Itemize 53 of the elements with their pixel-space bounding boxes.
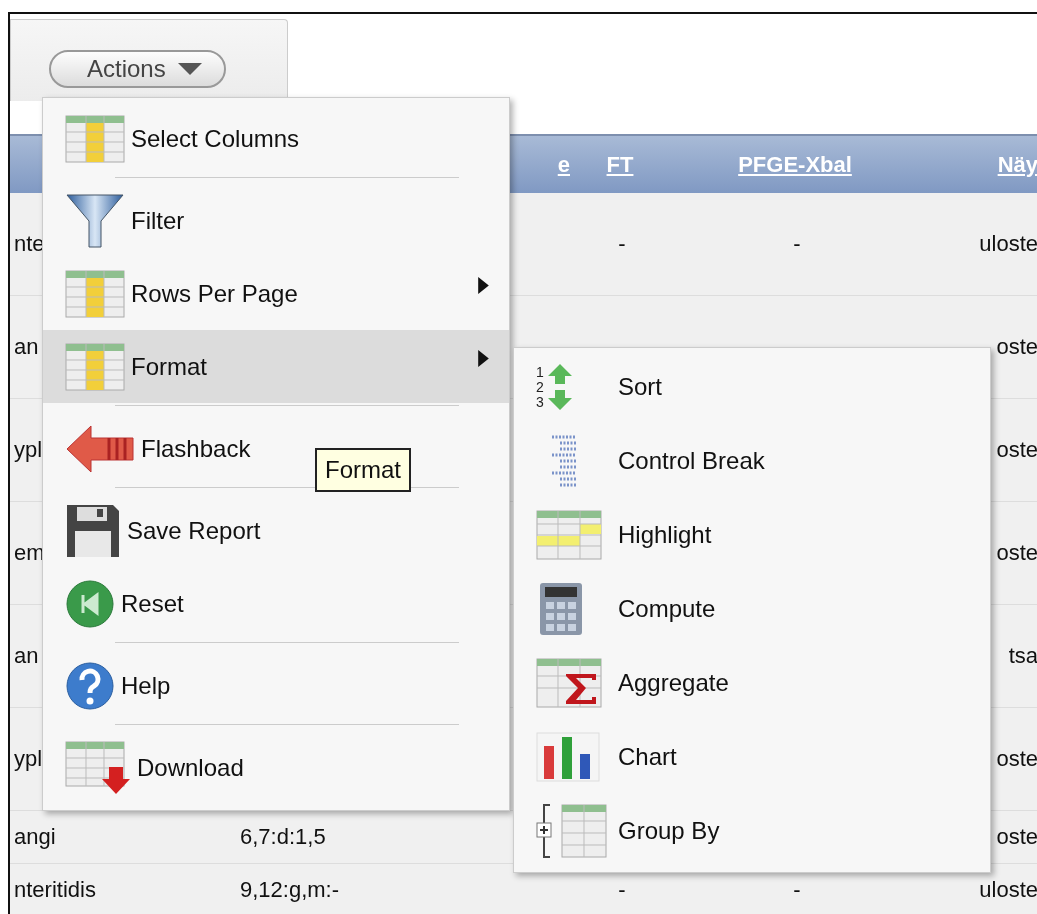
- menu-item[interactable]: Compute: [514, 572, 990, 646]
- menu-item[interactable]: Reset: [43, 567, 192, 640]
- left-arrow-icon: [65, 423, 135, 474]
- table-icon: [65, 114, 125, 163]
- table-icon: [536, 510, 602, 560]
- menu-item[interactable]: Chart: [514, 720, 990, 794]
- grouped-table-icon: [536, 803, 608, 859]
- table-cell: 9,12:g,m:-: [240, 877, 340, 902]
- menu-item[interactable]: 1 2 3 Sort: [514, 350, 990, 424]
- table-cell: oste: [996, 540, 1037, 565]
- menu-item[interactable]: Help: [43, 649, 179, 722]
- table-cell: uloste: [979, 231, 1037, 256]
- table-cell: an: [14, 334, 39, 359]
- table-cell: ypl: [14, 437, 43, 462]
- menu-item[interactable]: Select Columns: [43, 102, 308, 175]
- menu-item[interactable]: Group By: [514, 794, 990, 868]
- table-cell: angi: [14, 824, 56, 849]
- sort-number: 1: [536, 364, 544, 380]
- actions-button[interactable]: Actions: [49, 50, 226, 88]
- menu-item[interactable]: Save Report: [43, 494, 269, 567]
- menu-item[interactable]: Aggregate: [514, 646, 990, 720]
- sort-number: 2: [536, 379, 544, 395]
- menu-item[interactable]: Rows Per Page: [43, 257, 509, 330]
- table-cell: nteritidis: [14, 877, 96, 902]
- menu-item[interactable]: Control Break: [514, 424, 990, 498]
- table-cell: uloste: [979, 877, 1037, 902]
- table-cell: oste: [996, 824, 1037, 849]
- sort-number: 3: [536, 394, 544, 410]
- table-icon: [65, 342, 125, 391]
- table-cell: ypl: [14, 746, 43, 771]
- table-cell: -: [618, 231, 626, 256]
- table-cell: oste: [996, 746, 1037, 771]
- table-cell: oste: [996, 334, 1037, 359]
- menu-item[interactable]: Filter: [43, 184, 193, 257]
- rewind-icon: [65, 578, 115, 629]
- table-cell: -: [793, 877, 801, 902]
- menu-item[interactable]: Flashback: [43, 412, 259, 485]
- caret-icon: [177, 63, 202, 75]
- table-cell: nte: [14, 231, 45, 256]
- table-cell: oste: [996, 437, 1037, 462]
- table-cell: 6,7:d:1,5: [240, 824, 326, 849]
- menu-item[interactable]: Highlight: [514, 498, 990, 572]
- table-icon: [65, 269, 125, 318]
- menu-item[interactable]: Format: [43, 330, 509, 403]
- download-icon: [65, 740, 131, 795]
- table-cell: -: [618, 877, 626, 902]
- menu-item[interactable]: Download: [43, 731, 252, 804]
- bar-chart-icon: [536, 732, 602, 782]
- table-cell: -: [793, 231, 801, 256]
- table-cell: an: [14, 643, 39, 668]
- tooltip: Format: [315, 448, 411, 492]
- help-icon: [65, 660, 115, 711]
- sum-table-icon: [536, 658, 602, 708]
